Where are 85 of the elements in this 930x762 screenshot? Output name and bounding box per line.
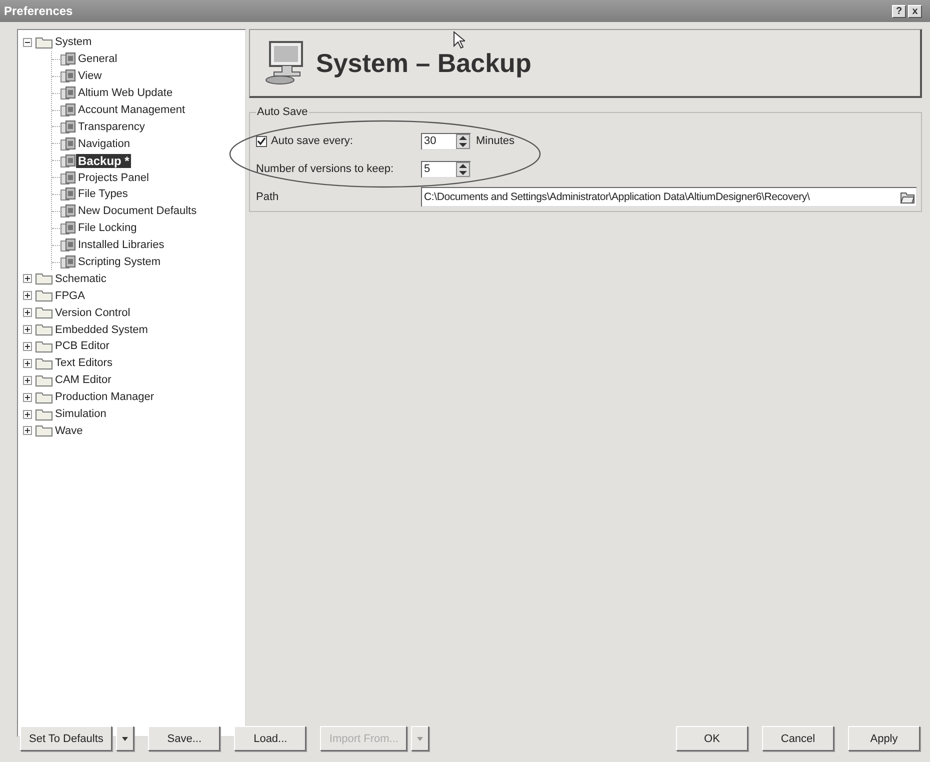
tree-item[interactable]: System <box>53 35 94 50</box>
dialog-button[interactable]: Apply <box>848 726 920 751</box>
expand-icon[interactable] <box>23 342 32 351</box>
number-spinner[interactable]: 30 <box>421 132 471 150</box>
dialog-button[interactable]: OK <box>676 726 748 751</box>
checkbox[interactable] <box>256 136 267 146</box>
folder-icon <box>35 323 53 336</box>
dialog-button[interactable]: Cancel <box>762 726 834 751</box>
browse-folder-icon[interactable] <box>900 190 916 204</box>
tree-item[interactable]: General <box>76 52 120 66</box>
caret-icon <box>122 736 128 740</box>
tree-item[interactable]: View <box>76 69 104 84</box>
page-icon <box>60 238 76 252</box>
tree-item[interactable]: File Types <box>76 187 130 202</box>
folder-icon <box>35 340 53 353</box>
tree-item[interactable]: Embedded System <box>53 322 150 337</box>
window-title: Preferences <box>4 4 74 18</box>
folder-icon <box>35 390 53 404</box>
tree-item[interactable]: Scripting System <box>76 255 163 270</box>
tree-item[interactable]: Production Manager <box>53 390 156 404</box>
path-field[interactable]: C:\Documents and Settings\Administrator\Application Data\AltiumDesigner6\Recovery\ <box>421 187 917 207</box>
page-icon <box>60 187 76 202</box>
tree-item[interactable]: Installed Libraries <box>76 238 166 252</box>
tree-item[interactable]: Text Editors <box>53 356 114 370</box>
folder-icon <box>35 272 53 286</box>
folder-icon <box>35 36 53 49</box>
folder-icon <box>35 424 53 438</box>
page-icon <box>60 103 76 117</box>
tree-item[interactable]: New Document Defaults <box>76 204 199 218</box>
expand-icon[interactable] <box>23 376 32 385</box>
group-title: Auto Save <box>256 106 309 118</box>
tree-item[interactable]: Navigation <box>76 136 132 151</box>
expand-icon[interactable] <box>23 308 32 318</box>
tree-item[interactable]: File Locking <box>76 221 139 236</box>
dialog-button[interactable]: Set To Defaults <box>20 726 112 751</box>
tree-item[interactable]: Wave <box>53 424 85 438</box>
checkbox-label: Auto save every: <box>271 135 353 147</box>
tree-item[interactable]: Projects Panel <box>76 170 151 185</box>
tree-item[interactable]: Simulation <box>53 407 108 422</box>
page-icon <box>60 154 76 168</box>
close-button[interactable]: x <box>908 4 922 18</box>
expand-icon[interactable] <box>23 325 32 334</box>
tree-item[interactable]: Version Control <box>53 306 132 320</box>
spin-arrows-icon[interactable] <box>456 134 470 148</box>
page-icon <box>60 52 76 66</box>
page-icon <box>60 221 76 236</box>
tree-item[interactable]: CAM Editor <box>53 373 114 388</box>
expand-icon[interactable] <box>23 410 32 419</box>
page-icon <box>60 120 76 134</box>
page-icon <box>60 69 76 84</box>
expand-icon[interactable] <box>23 291 32 300</box>
tree-item[interactable]: Altium Web Update <box>76 86 175 100</box>
tree-item[interactable]: Account Management <box>76 103 188 117</box>
spin-arrows-icon[interactable] <box>456 162 470 176</box>
dropdown-button[interactable] <box>116 726 134 751</box>
tree-item[interactable]: Transparency <box>76 120 147 134</box>
cursor-icon <box>453 31 465 49</box>
dialog-button[interactable]: Save... <box>148 726 220 751</box>
page-icon <box>60 136 76 151</box>
dialog-button[interactable]: Load... <box>234 726 306 751</box>
collapse-icon[interactable] <box>23 38 32 47</box>
expand-icon[interactable] <box>23 274 32 284</box>
tree-item[interactable]: Backup * <box>76 154 132 168</box>
folder-icon <box>35 289 53 302</box>
tree-item[interactable]: Schematic <box>53 272 108 286</box>
folder-icon <box>35 408 53 421</box>
page-icon <box>60 170 76 185</box>
page-title: System – Backup <box>316 48 532 78</box>
folder-icon <box>35 306 53 320</box>
expand-icon[interactable] <box>23 358 32 368</box>
tree-item[interactable]: FPGA <box>53 288 87 303</box>
folder-icon <box>35 356 53 370</box>
unit-label: Minutes <box>476 135 515 147</box>
help-button[interactable]: ? <box>892 4 906 18</box>
expand-icon[interactable] <box>23 426 32 436</box>
tree-item[interactable]: PCB Editor <box>53 339 112 354</box>
caret-icon <box>417 736 424 740</box>
expand-icon[interactable] <box>23 392 32 402</box>
page-icon <box>60 86 76 100</box>
folder-icon <box>35 374 53 387</box>
page-icon <box>60 204 76 218</box>
field-label: Number of versions to keep: <box>256 163 394 175</box>
number-spinner[interactable]: 5 <box>421 160 471 178</box>
page-icon <box>60 255 76 270</box>
field-label: Path <box>256 191 279 203</box>
